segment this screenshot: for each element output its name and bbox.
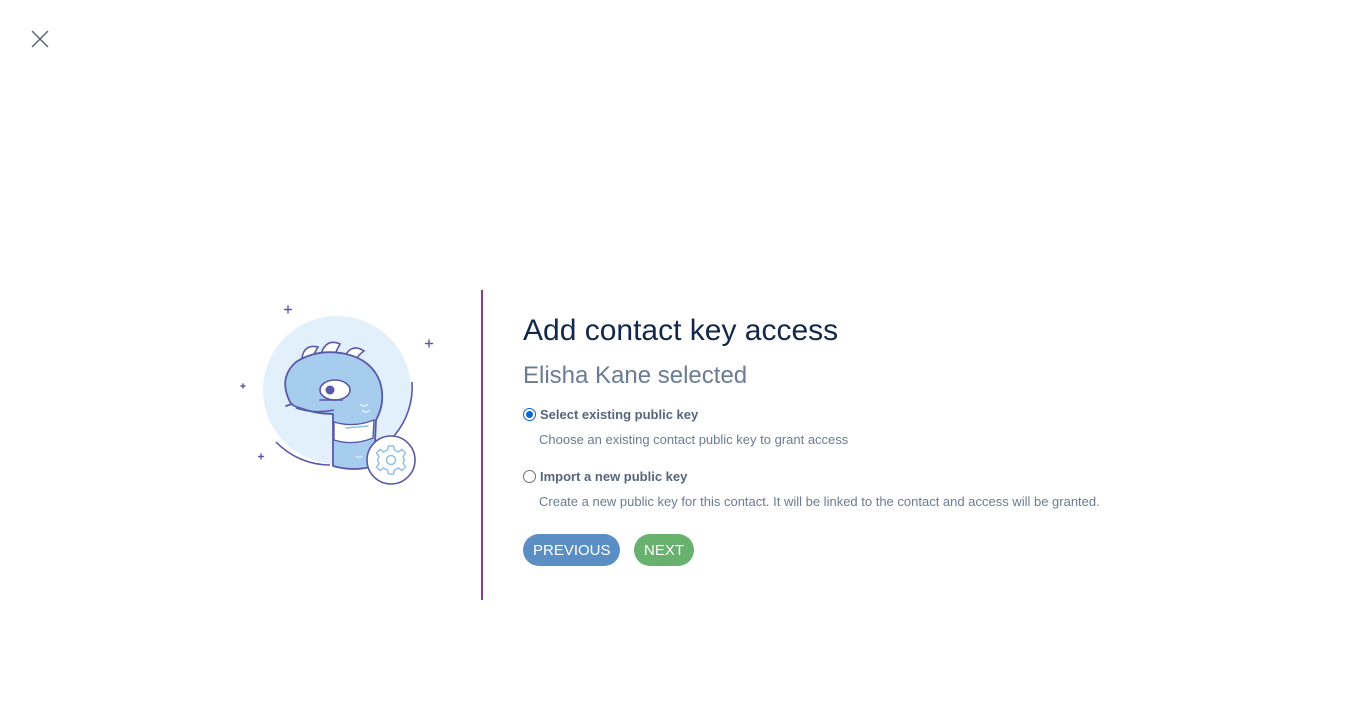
action-buttons: PREVIOUS NEXT — [523, 534, 1223, 566]
close-icon — [31, 30, 49, 48]
next-button[interactable]: NEXT — [634, 534, 694, 566]
import-new-key-radio[interactable] — [523, 469, 536, 483]
import-new-key-label[interactable]: Import a new public key — [540, 469, 687, 484]
import-new-key-description: Create a new public key for this contact… — [539, 494, 1100, 509]
page-title: Add contact key access — [523, 314, 839, 347]
select-existing-key-radio[interactable] — [523, 407, 536, 421]
vertical-divider — [481, 290, 483, 600]
gear-icon — [366, 435, 416, 485]
snake-mascot-illustration — [232, 296, 442, 496]
selected-contact-subtitle: Elisha Kane selected — [523, 362, 748, 389]
select-existing-key-description: Choose an existing contact public key to… — [539, 432, 849, 447]
close-button[interactable] — [28, 27, 52, 51]
option-select-existing-key[interactable]: Select existing public key Choose an exi… — [523, 405, 1223, 448]
option-import-new-key[interactable]: Import a new public key Create a new pub… — [523, 467, 1223, 510]
previous-button[interactable]: PREVIOUS — [523, 534, 620, 566]
add-key-access-panel: Add contact key access Elisha Kane selec… — [523, 312, 1223, 566]
select-existing-key-label[interactable]: Select existing public key — [540, 407, 698, 422]
